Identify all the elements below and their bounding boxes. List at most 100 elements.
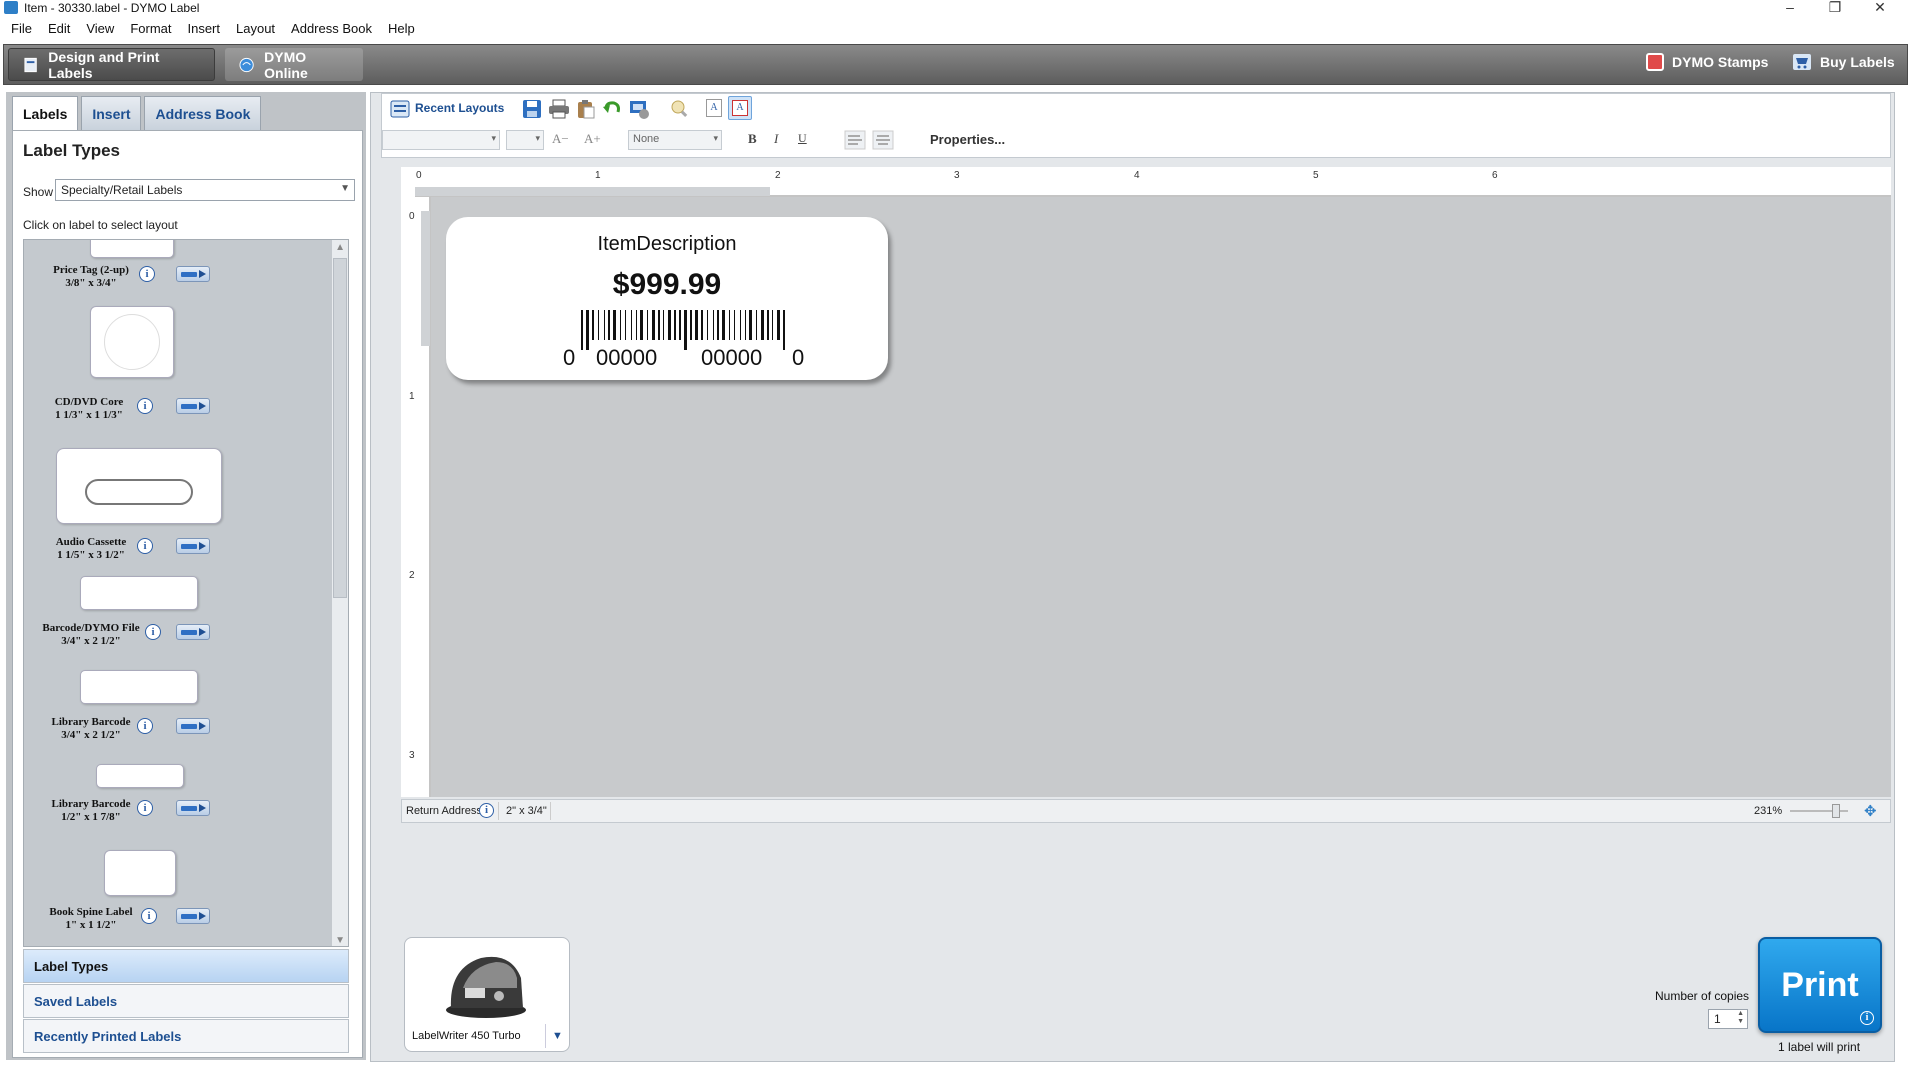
label-type-price-tag[interactable]: Price Tag (2-up) 3/8" x 3/4" i bbox=[24, 240, 329, 300]
grow-font-icon[interactable]: A+ bbox=[584, 131, 601, 147]
spinner-icon[interactable]: ▲ ▼ bbox=[1737, 1010, 1744, 1026]
close-button[interactable]: ✕ bbox=[1860, 0, 1900, 16]
cart-icon bbox=[1793, 54, 1811, 70]
label-printer-icon[interactable] bbox=[628, 98, 650, 120]
align-left-icon[interactable] bbox=[844, 130, 866, 150]
barcode[interactable] bbox=[579, 310, 789, 350]
label-type-cd-dvd-core[interactable]: CD/DVD Core 1 1/3" x 1 1/3" i bbox=[24, 306, 329, 421]
label-preview bbox=[90, 240, 174, 258]
label-preview bbox=[80, 576, 198, 610]
undo-icon[interactable] bbox=[602, 99, 622, 119]
minimize-button[interactable]: – bbox=[1770, 0, 1810, 16]
add-to-favorites-button[interactable] bbox=[176, 538, 210, 554]
info-icon[interactable]: i bbox=[137, 538, 153, 554]
print-count-text: 1 label will print bbox=[1778, 1040, 1861, 1054]
status-divider bbox=[498, 802, 499, 820]
rotation-select[interactable]: None ▾ bbox=[628, 130, 722, 150]
tab-design-print[interactable]: Design and Print Labels bbox=[8, 48, 215, 81]
label-canvas[interactable]: ItemDescription $999.99 0 00000 00000 0 bbox=[431, 197, 1891, 797]
font-size-input[interactable]: ▾ bbox=[506, 130, 544, 150]
menu-help[interactable]: Help bbox=[379, 18, 422, 40]
add-to-favorites-button[interactable] bbox=[176, 718, 210, 734]
label-type-gallery[interactable]: Price Tag (2-up) 3/8" x 3/4" i CD/DVD Cor… bbox=[23, 239, 349, 947]
bold-button[interactable]: B bbox=[748, 131, 757, 147]
label-type-library-barcode-small[interactable]: Library Barcode 1/2" x 1 7/8" i bbox=[24, 764, 329, 834]
add-to-favorites-button[interactable] bbox=[176, 398, 210, 414]
vertical-ruler: 0 1 2 3 bbox=[401, 197, 431, 797]
gallery-scrollbar[interactable]: ▲ ▼ bbox=[332, 240, 348, 946]
label-type-book-spine[interactable]: Book Spine Label 1" x 1 1/2" i bbox=[24, 850, 329, 940]
chevron-down-icon: ▾ bbox=[535, 133, 540, 143]
restore-button[interactable]: ❐ bbox=[1815, 0, 1855, 16]
print-button[interactable]: Print i bbox=[1758, 937, 1882, 1033]
accordion-recently-printed[interactable]: Recently Printed Labels bbox=[23, 1019, 349, 1053]
printer-selector[interactable]: LabelWriter 450 Turbo ▼ bbox=[404, 937, 570, 1052]
label-preview[interactable]: ItemDescription $999.99 0 00000 00000 0 bbox=[446, 217, 888, 380]
menu-insert[interactable]: Insert bbox=[178, 18, 227, 40]
dymo-stamps-button[interactable]: DYMO Stamps bbox=[1646, 53, 1768, 71]
shrink-font-icon[interactable]: A− bbox=[552, 131, 569, 147]
recent-layouts-icon bbox=[390, 100, 410, 118]
tab-insert[interactable]: Insert bbox=[81, 96, 142, 130]
menu-file[interactable]: File bbox=[0, 18, 39, 40]
copies-value: 1 bbox=[1714, 1012, 1721, 1026]
text-frame-toggle[interactable]: A bbox=[728, 96, 752, 120]
menu-address-book[interactable]: Address Book bbox=[282, 18, 379, 40]
scrollbar-thumb[interactable] bbox=[333, 258, 347, 598]
accordion-saved-labels[interactable]: Saved Labels bbox=[23, 984, 349, 1018]
menu-layout[interactable]: Layout bbox=[227, 18, 282, 40]
info-icon[interactable]: i bbox=[139, 266, 155, 282]
save-icon[interactable] bbox=[522, 99, 542, 119]
tab-address-book[interactable]: Address Book bbox=[144, 96, 262, 130]
print-icon[interactable] bbox=[548, 99, 570, 119]
left-panel: Labels Insert Address Book Label Types S… bbox=[6, 92, 366, 1060]
chevron-down-icon[interactable]: ▼ bbox=[545, 1024, 569, 1048]
label-type-barcode-dymo-file[interactable]: Barcode/DYMO File 3/4" x 2 1/2" i bbox=[24, 576, 329, 656]
ruler-number: 6 bbox=[1492, 170, 1498, 181]
copies-input[interactable]: 1 ▲ ▼ bbox=[1708, 1009, 1748, 1029]
tab-dymo-online[interactable]: DYMO Online bbox=[225, 48, 363, 81]
text-style-icon[interactable]: A bbox=[706, 99, 722, 117]
info-icon[interactable]: i bbox=[137, 800, 153, 816]
accordion-label-types[interactable]: Label Types bbox=[23, 949, 349, 983]
ruler-number: 5 bbox=[1313, 170, 1319, 181]
stamp-icon bbox=[1646, 53, 1664, 71]
scroll-up-icon[interactable]: ▲ bbox=[335, 242, 345, 253]
menu-view[interactable]: View bbox=[77, 18, 121, 40]
info-icon[interactable]: i bbox=[137, 398, 153, 414]
info-icon[interactable]: i bbox=[137, 718, 153, 734]
menu-edit[interactable]: Edit bbox=[39, 18, 77, 40]
zoom-icon[interactable] bbox=[670, 99, 690, 119]
item-description-text[interactable]: ItemDescription bbox=[446, 233, 888, 256]
font-family-input[interactable]: ▾ bbox=[382, 130, 500, 150]
recent-layouts-button[interactable]: Recent Layouts bbox=[415, 101, 504, 115]
add-to-favorites-button[interactable] bbox=[176, 624, 210, 640]
add-to-favorites-button[interactable] bbox=[176, 800, 210, 816]
barcode-left-digit: 0 bbox=[563, 345, 576, 370]
info-icon[interactable]: i bbox=[145, 624, 161, 640]
scroll-down-icon[interactable]: ▼ bbox=[335, 935, 345, 946]
buy-labels-button[interactable]: Buy Labels bbox=[1792, 53, 1895, 71]
align-center-icon[interactable] bbox=[872, 130, 894, 150]
info-icon[interactable]: i bbox=[1860, 1011, 1874, 1025]
show-label: Show bbox=[23, 185, 54, 199]
label-icon bbox=[24, 57, 37, 72]
paste-icon[interactable] bbox=[576, 99, 596, 119]
info-icon[interactable]: i bbox=[141, 908, 157, 924]
menu-format[interactable]: Format bbox=[121, 18, 178, 40]
add-to-favorites-button[interactable] bbox=[176, 266, 210, 282]
info-icon[interactable]: i bbox=[479, 803, 494, 818]
tab-labels[interactable]: Labels bbox=[12, 96, 79, 130]
return-address-label: Return Address bbox=[406, 805, 482, 817]
fit-to-window-icon[interactable]: ✥ bbox=[1864, 802, 1877, 820]
label-type-library-barcode-large[interactable]: Library Barcode 3/4" x 2 1/2" i bbox=[24, 670, 329, 750]
price-text[interactable]: $999.99 bbox=[446, 268, 888, 302]
add-to-favorites-button[interactable] bbox=[176, 908, 210, 924]
show-category-select[interactable]: Specialty/Retail Labels ▼ bbox=[55, 179, 355, 201]
properties-button[interactable]: Properties... bbox=[930, 132, 1005, 147]
italic-button[interactable]: I bbox=[774, 131, 778, 147]
zoom-slider-thumb[interactable] bbox=[1832, 804, 1840, 818]
underline-button[interactable]: U bbox=[798, 131, 807, 146]
label-type-audio-cassette[interactable]: Audio Cassette 1 1/5" x 3 1/2" i bbox=[24, 448, 329, 561]
dymo-stamps-label: DYMO Stamps bbox=[1672, 54, 1769, 70]
